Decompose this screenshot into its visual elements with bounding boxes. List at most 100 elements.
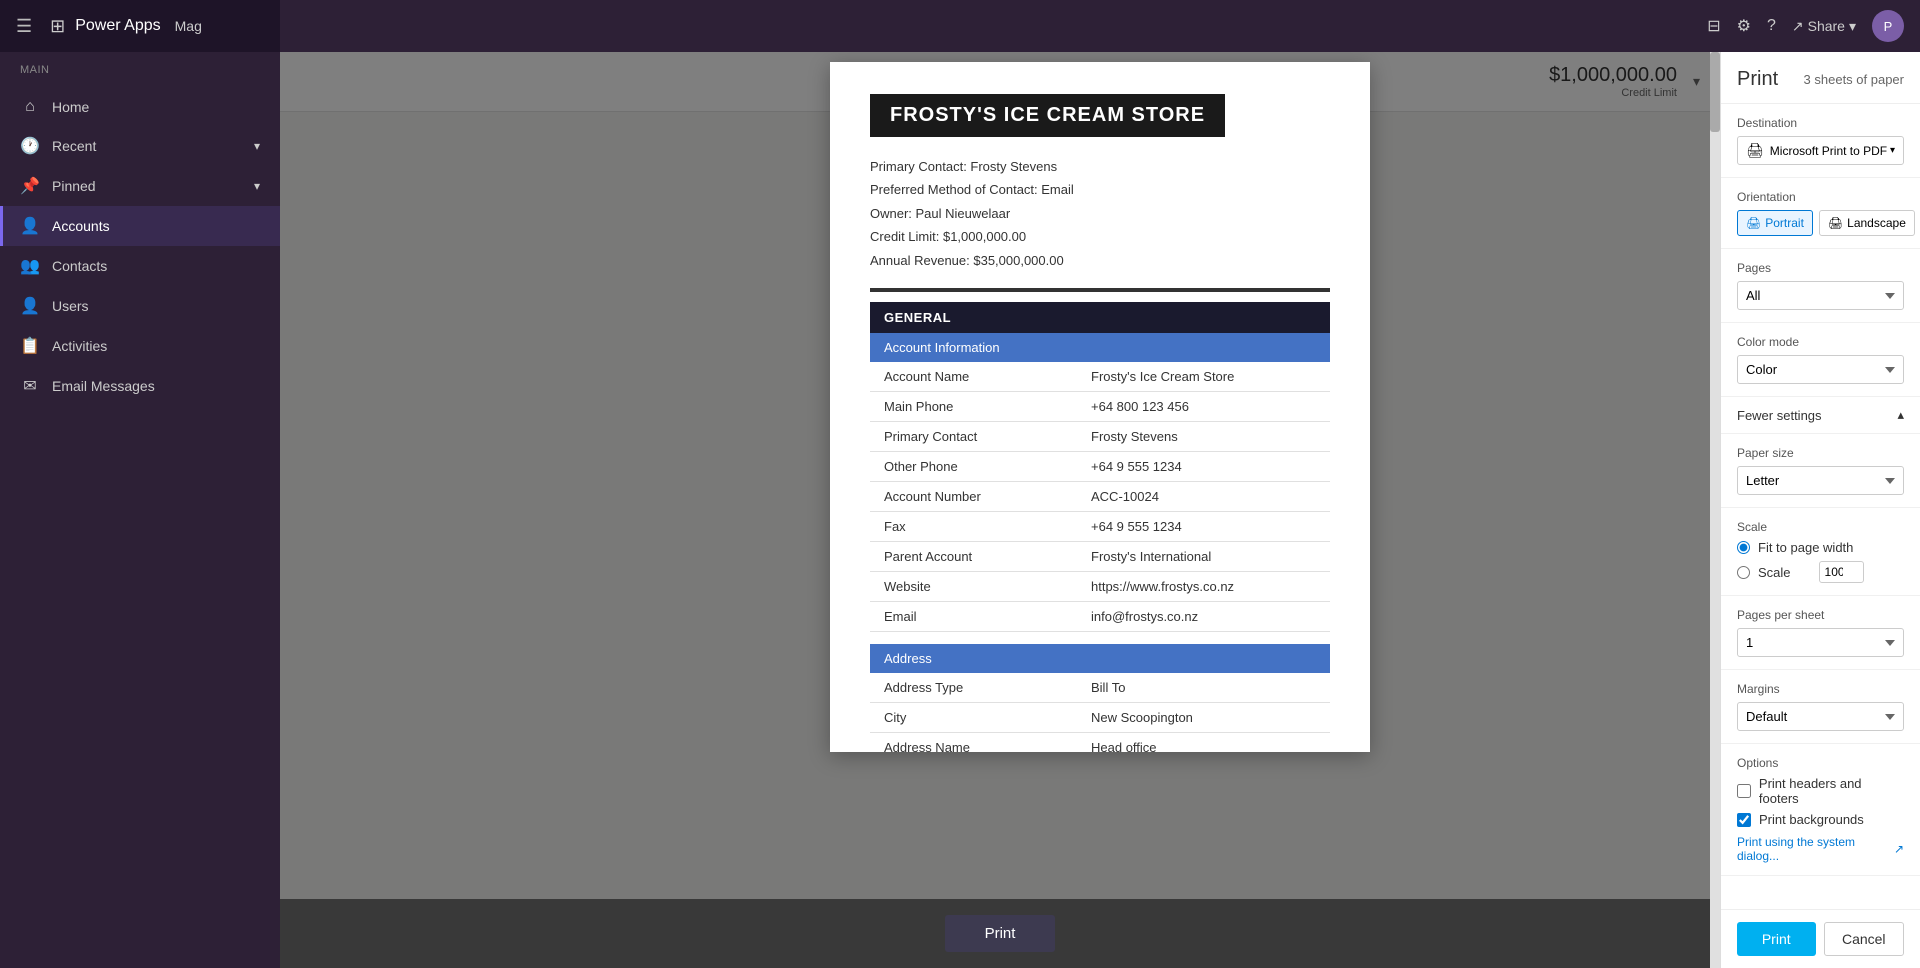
field-label: Address Name: [870, 732, 1077, 752]
print-document: FROSTY'S ICE CREAM STORE Primary Contact…: [830, 62, 1370, 752]
print-headers-checkbox[interactable]: [1737, 784, 1751, 798]
scale-input[interactable]: [1819, 561, 1864, 583]
scrollbar[interactable]: [1710, 52, 1720, 968]
chevron-down-icon: ▾: [254, 179, 260, 193]
table-row: Account Name Frosty's Ice Cream Store: [870, 362, 1330, 392]
cancel-button[interactable]: Cancel: [1824, 922, 1905, 956]
print-backgrounds-checkbox[interactable]: [1737, 813, 1751, 827]
landscape-button[interactable]: 🖨 Landscape: [1819, 210, 1915, 236]
address-header: Address: [870, 644, 1330, 673]
sidebar-item-activities[interactable]: 📋 Activities: [0, 326, 280, 366]
paper-size-select[interactable]: Letter: [1737, 466, 1904, 495]
destination-selector[interactable]: 🖨 Microsoft Print to PDF ▾: [1737, 136, 1904, 165]
field-label: Fax: [870, 511, 1077, 541]
meta-line-4: Credit Limit: $1,000,000.00: [870, 225, 1330, 248]
sidebar-header: ☰ ⊞ Power Apps Mag: [0, 0, 280, 52]
portrait-button[interactable]: 🖨 Portrait: [1737, 210, 1813, 236]
destination-label: Destination: [1737, 116, 1904, 130]
fit-to-page-width-radio[interactable]: [1737, 541, 1750, 554]
sidebar-item-activities-label: Activities: [52, 338, 107, 354]
scale-label: Scale: [1737, 520, 1904, 534]
scale-radio[interactable]: [1737, 566, 1750, 579]
scale-section: Scale Fit to page width Scale: [1721, 508, 1920, 596]
help-icon[interactable]: ?: [1767, 17, 1776, 35]
pinned-icon: 📌: [20, 176, 40, 196]
orientation-section: Orientation 🖨 Portrait 🖨 Landscape: [1721, 178, 1920, 249]
sidebar-item-home-label: Home: [52, 99, 89, 115]
table-row: Primary Contact Frosty Stevens: [870, 421, 1330, 451]
menu-toggle-icon[interactable]: ☰: [16, 16, 32, 37]
email-icon: ✉: [20, 376, 40, 396]
filter-icon[interactable]: ⊟: [1707, 16, 1720, 36]
store-title: FROSTY'S ICE CREAM STORE: [870, 94, 1225, 137]
print-title-row: Print 3 sheets of paper: [1737, 68, 1904, 91]
print-system-link[interactable]: Print using the system dialog... ↗: [1737, 835, 1904, 863]
nav-section-main: Main: [0, 52, 280, 80]
sidebar-item-contacts[interactable]: 👥 Contacts: [0, 246, 280, 286]
sidebar: ☰ ⊞ Power Apps Mag Main ⌂ Home 🕐 Recent …: [0, 0, 280, 968]
sidebar-item-home[interactable]: ⌂ Home: [0, 88, 280, 126]
print-backgrounds-label: Print backgrounds: [1759, 812, 1864, 827]
orientation-group: 🖨 Portrait 🖨 Landscape: [1737, 210, 1904, 236]
meta-line-1: Primary Contact: Frosty Stevens: [870, 155, 1330, 178]
scale-label2: Scale: [1758, 565, 1791, 580]
pages-select[interactable]: All: [1737, 281, 1904, 310]
print-system-link-row: Print using the system dialog... ↗: [1737, 835, 1904, 863]
scale-row: Scale: [1737, 561, 1904, 583]
topbar-actions: ⊟ ⚙ ? ↗ Share ▾ P: [1707, 10, 1904, 42]
field-label: Main Phone: [870, 391, 1077, 421]
pages-per-sheet-select[interactable]: 1: [1737, 628, 1904, 657]
address-table: Address Type Bill To City New Scoopingto…: [870, 673, 1330, 752]
settings-icon[interactable]: ⚙: [1737, 16, 1751, 36]
sidebar-item-accounts[interactable]: 👤 Accounts: [0, 206, 280, 246]
print-sheets: 3 sheets of paper: [1804, 72, 1904, 87]
sidebar-item-pinned[interactable]: 📌 Pinned ▾: [0, 166, 280, 206]
sidebar-item-email-label: Email Messages: [52, 378, 155, 394]
sidebar-item-recent[interactable]: 🕐 Recent ▾: [0, 126, 280, 166]
field-value: Head office: [1077, 732, 1330, 752]
chevron-down-icon: ▾: [1890, 145, 1895, 156]
sidebar-item-contacts-label: Contacts: [52, 258, 107, 274]
pages-section: Pages All: [1721, 249, 1920, 323]
field-label: Email: [870, 601, 1077, 631]
table-row: Main Phone +64 800 123 456: [870, 391, 1330, 421]
color-mode-label: Color mode: [1737, 335, 1904, 349]
fit-to-page-width-label: Fit to page width: [1758, 540, 1853, 555]
sidebar-item-accounts-label: Accounts: [52, 218, 110, 234]
fewer-settings-toggle[interactable]: Fewer settings ▴: [1721, 397, 1920, 434]
general-section-header: GENERAL: [870, 302, 1330, 333]
table-row: Email info@frostys.co.nz: [870, 601, 1330, 631]
table-row: Other Phone +64 9 555 1234: [870, 451, 1330, 481]
print-system-link-label: Print using the system dialog...: [1737, 835, 1890, 863]
sidebar-item-email-messages[interactable]: ✉ Email Messages: [0, 366, 280, 406]
share-button[interactable]: ↗ Share ▾: [1792, 18, 1856, 35]
print-button[interactable]: Print: [1737, 922, 1816, 956]
margins-select[interactable]: Default: [1737, 702, 1904, 731]
avatar[interactable]: P: [1872, 10, 1904, 42]
sidebar-navigation: ⌂ Home 🕐 Recent ▾ 📌 Pinned ▾ 👤 Accounts …: [0, 80, 280, 414]
table-row: Website https://www.frostys.co.nz: [870, 571, 1330, 601]
sidebar-item-users[interactable]: 👤 Users: [0, 286, 280, 326]
pages-label: Pages: [1737, 261, 1904, 275]
landscape-label: Landscape: [1847, 216, 1906, 230]
margins-label: Margins: [1737, 682, 1904, 696]
chevron-up-icon: ▴: [1897, 407, 1904, 423]
color-mode-select[interactable]: Color: [1737, 355, 1904, 384]
portrait-icon: 🖨: [1746, 216, 1761, 230]
app-name: Power Apps: [75, 17, 160, 35]
field-value: +64 9 555 1234: [1077, 511, 1330, 541]
bottom-print-button[interactable]: Print: [945, 915, 1056, 952]
margins-section: Margins Default: [1721, 670, 1920, 744]
print-actions: Print Cancel: [1721, 909, 1920, 968]
printer-icon: 🖨: [1746, 142, 1764, 159]
paper-size-section: Paper size Letter: [1721, 434, 1920, 508]
scrollbar-thumb[interactable]: [1710, 52, 1720, 132]
field-label: Address Type: [870, 673, 1077, 703]
field-value: info@frostys.co.nz: [1077, 601, 1330, 631]
table-row: Parent Account Frosty's International: [870, 541, 1330, 571]
field-value: Bill To: [1077, 673, 1330, 703]
app-label: Mag: [175, 18, 202, 34]
activities-icon: 📋: [20, 336, 40, 356]
users-icon: 👤: [20, 296, 40, 316]
field-label: Parent Account: [870, 541, 1077, 571]
